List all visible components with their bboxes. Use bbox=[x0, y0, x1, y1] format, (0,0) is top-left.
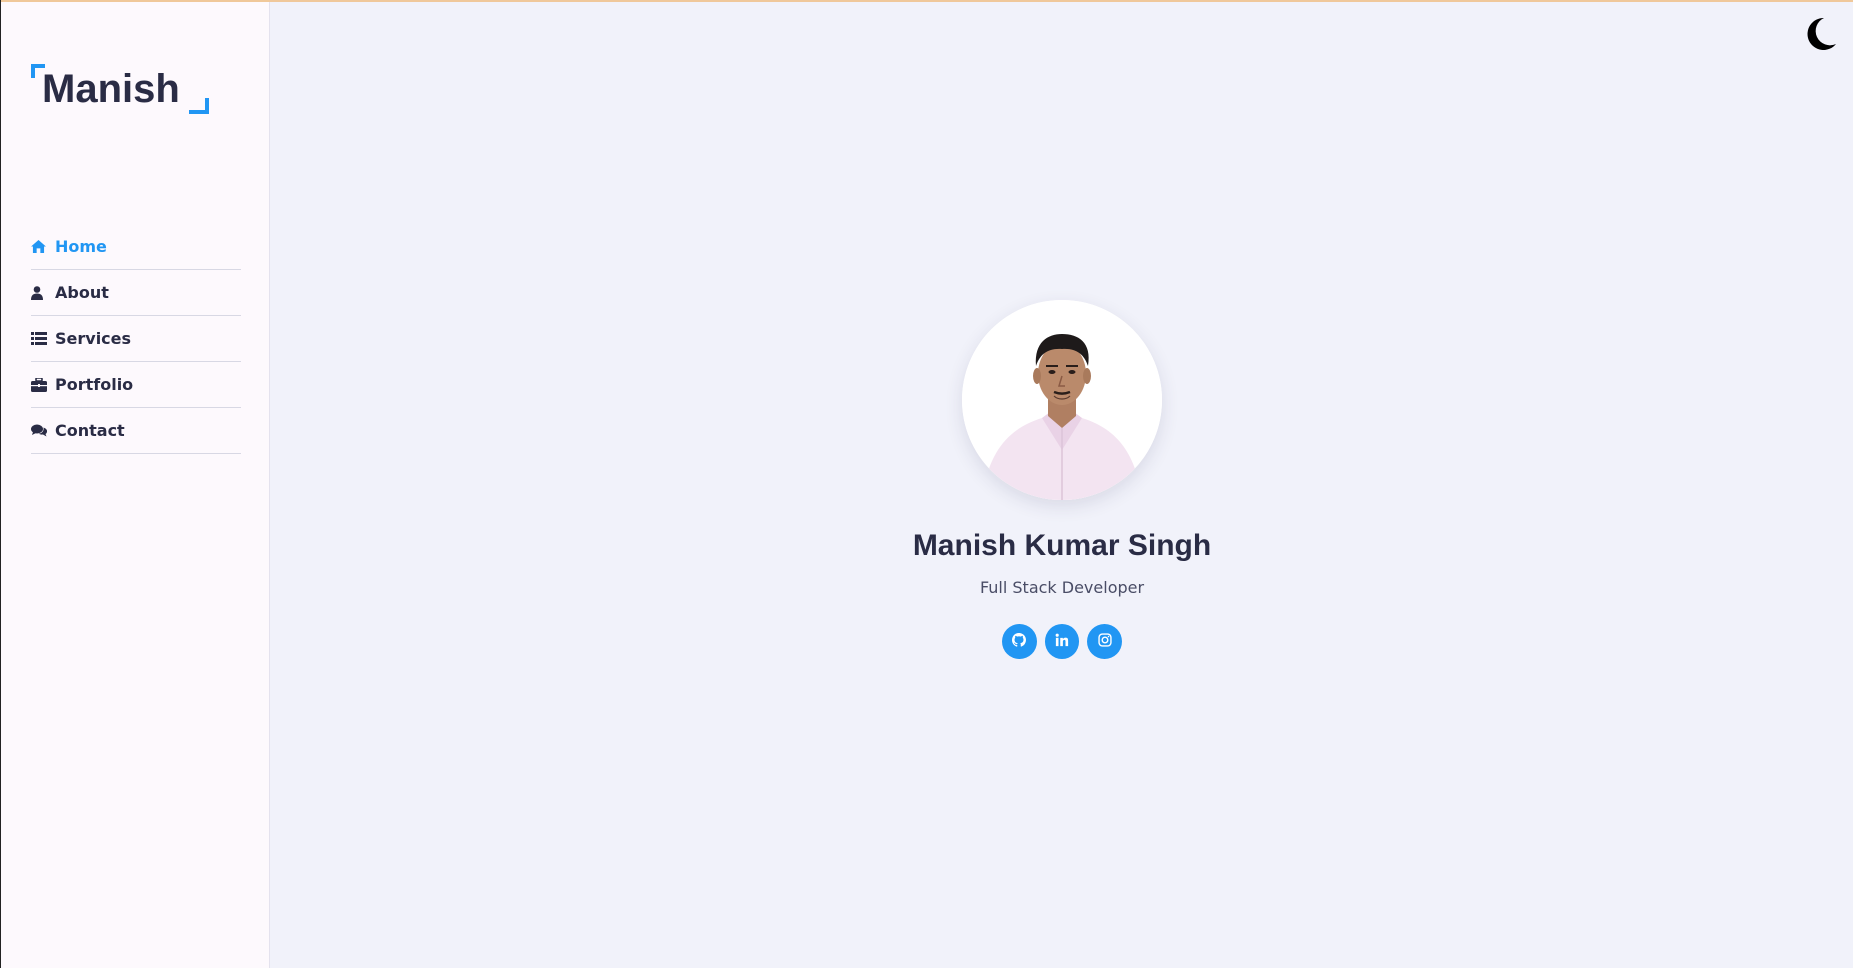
sidebar-item-label: Contact bbox=[55, 421, 125, 440]
sidebar: Manish Home About Services Portfolio Con… bbox=[1, 2, 270, 968]
instagram-icon bbox=[1098, 632, 1112, 651]
github-link[interactable] bbox=[1002, 624, 1037, 659]
logo-text: Manish bbox=[42, 67, 180, 111]
site-logo[interactable]: Manish bbox=[31, 62, 209, 116]
sidebar-item-label: Portfolio bbox=[55, 375, 134, 394]
home-icon bbox=[31, 239, 51, 255]
list-icon bbox=[31, 331, 51, 347]
profile-avatar bbox=[962, 300, 1162, 500]
social-links bbox=[1002, 624, 1123, 660]
linkedin-link[interactable] bbox=[1044, 624, 1080, 659]
logo-bracket-bottom-right bbox=[189, 98, 209, 114]
sidebar-nav: Home About Services Portfolio Contact bbox=[31, 224, 241, 454]
theme-toggle-button[interactable] bbox=[1804, 16, 1838, 52]
instagram-link[interactable] bbox=[1087, 624, 1123, 659]
sidebar-item-contact[interactable]: Contact bbox=[31, 408, 241, 454]
user-icon bbox=[31, 285, 51, 301]
top-accent-line bbox=[0, 0, 1853, 2]
sidebar-item-home[interactable]: Home bbox=[31, 224, 241, 270]
moon-icon bbox=[1804, 17, 1838, 56]
sidebar-item-label: Services bbox=[55, 329, 132, 348]
sidebar-item-label: About bbox=[55, 283, 109, 302]
github-icon bbox=[1012, 632, 1027, 651]
hero-role: Full Stack Developer bbox=[979, 578, 1145, 597]
hero-name: Manish Kumar Singh bbox=[912, 529, 1212, 562]
comments-icon bbox=[31, 423, 51, 439]
linkedin-icon bbox=[1055, 632, 1069, 651]
sidebar-item-about[interactable]: About bbox=[31, 270, 241, 316]
sidebar-item-label: Home bbox=[55, 237, 107, 256]
sidebar-item-portfolio[interactable]: Portfolio bbox=[31, 362, 241, 408]
sidebar-item-services[interactable]: Services bbox=[31, 316, 241, 362]
briefcase-icon bbox=[31, 377, 51, 393]
